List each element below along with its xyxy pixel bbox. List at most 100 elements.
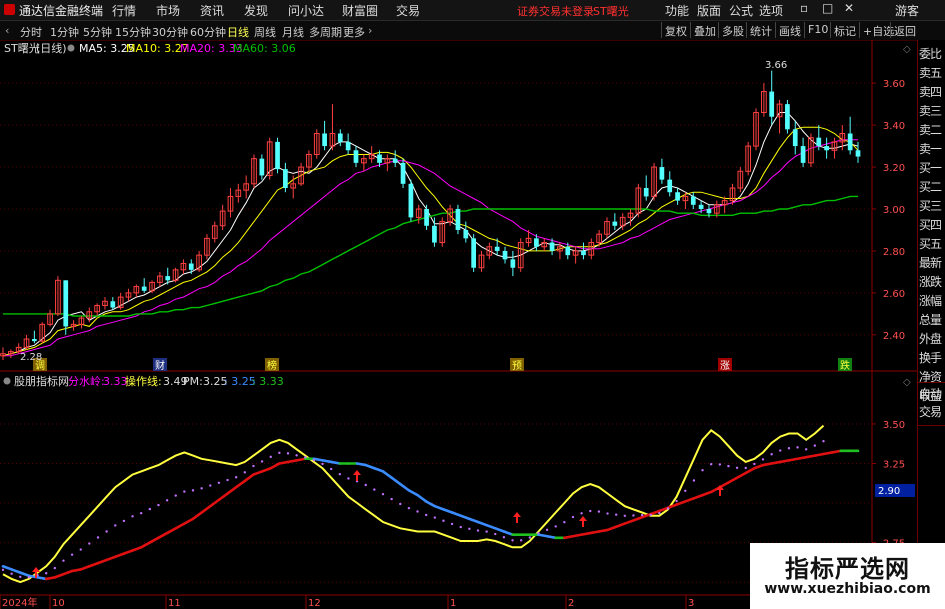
indicator-settings-icon[interactable] <box>3 377 11 385</box>
side-item[interactable]: 委比 <box>919 45 945 64</box>
fenshuiling-segment <box>295 457 307 462</box>
fenshuiling-segment <box>53 572 65 579</box>
back-arrow-icon[interactable]: ‹ <box>5 24 9 37</box>
chevron-right-icon[interactable]: › <box>368 24 372 37</box>
menu-wealth[interactable]: 财富圈 <box>342 2 378 19</box>
pm-dot <box>19 575 22 579</box>
fenshuiling-segment <box>269 462 281 470</box>
pm-dot <box>476 529 480 532</box>
candle-body-down <box>659 167 665 180</box>
period-tab[interactable]: 月线 <box>282 24 304 40</box>
period-tab[interactable]: 1分钟 <box>50 24 79 40</box>
candle-body-down <box>377 154 382 163</box>
fenshuiling-segment <box>468 517 480 524</box>
menu-function[interactable]: 功能 <box>665 2 689 19</box>
diamond-icon[interactable]: ◇ <box>903 44 911 55</box>
period-tab[interactable]: 5分钟 <box>83 24 112 40</box>
candle-body-down <box>283 169 288 189</box>
side-item[interactable]: 买二 <box>919 178 945 197</box>
side-item[interactable]: 卖一 <box>919 140 945 159</box>
menu-market[interactable]: 市场 <box>156 2 180 19</box>
candle-body-down <box>471 238 476 268</box>
pm-dot <box>580 512 583 515</box>
period-tab-more[interactable]: 更多 <box>343 24 365 40</box>
fenshuiling-segment <box>416 493 428 503</box>
f10-button[interactable]: F10 <box>804 22 831 38</box>
adjust-button[interactable]: 复权 <box>661 22 690 38</box>
main-y-tick-label: 3.20 <box>883 163 905 174</box>
fenshuiling-segment <box>485 523 497 530</box>
period-tab[interactable]: 60分钟 <box>190 24 226 40</box>
side-item[interactable]: 总量 <box>919 311 945 330</box>
pm-dot <box>753 462 756 466</box>
side-item[interactable]: 最新 <box>919 254 945 273</box>
fenshuiling-segment <box>62 569 74 576</box>
menu-discover[interactable]: 发现 <box>244 2 268 19</box>
side-item[interactable]: 买一 <box>919 159 945 178</box>
pm-dot <box>623 514 627 517</box>
multi-stock-button[interactable]: 多股 <box>718 22 747 38</box>
chart-area[interactable]: 3.603.403.203.002.802.602.40 调财榜预涨跌 3.50… <box>0 40 917 609</box>
fenshuiling-segment <box>701 490 713 497</box>
period-tab[interactable]: 多周期 <box>309 24 342 40</box>
period-tab[interactable]: 周线 <box>254 24 276 40</box>
pm-dot <box>735 466 739 469</box>
side-item[interactable]: 外盘 <box>919 330 945 349</box>
mark-button[interactable]: 标记 <box>830 22 859 38</box>
menu-news[interactable]: 资讯 <box>200 2 224 19</box>
maximize-icon[interactable]: □ <box>822 1 833 15</box>
pm-dot <box>174 494 177 497</box>
pm-dot <box>709 463 713 466</box>
auto-trade-text-2: 交易 <box>919 405 942 419</box>
period-tab-active[interactable]: 日线 <box>227 24 249 40</box>
pm-dot <box>364 483 367 487</box>
period-tab[interactable]: 15分钟 <box>115 24 151 40</box>
fenshuiling-segment <box>666 503 678 510</box>
pm-dot <box>157 503 160 507</box>
minimize-icon[interactable]: ▫ <box>800 1 808 15</box>
side-item[interactable]: 涨跌 <box>919 273 945 292</box>
pm-dot <box>779 449 782 452</box>
draw-line-button[interactable]: 画线 <box>775 22 804 38</box>
menu-quotes[interactable]: 行情 <box>112 2 136 19</box>
fenshuiling-segment <box>778 459 791 464</box>
fenshuiling-segment <box>278 460 290 465</box>
login-notice[interactable]: 证券交易未登录 <box>517 3 594 19</box>
indicator-diamond-icon[interactable]: ◇ <box>903 377 911 388</box>
statistics-button[interactable]: 统计 <box>746 22 775 38</box>
side-item[interactable]: 涨幅 <box>919 292 945 311</box>
side-item[interactable]: 卖二 <box>919 121 945 140</box>
candle-body-down <box>165 276 171 281</box>
pm-dot <box>649 513 652 517</box>
caozuoxian-label: 操作线: <box>125 374 162 388</box>
sub-y-tick-label: 3.25 <box>883 460 905 471</box>
menu-ask[interactable]: 问小达 <box>288 2 324 19</box>
side-item[interactable]: 买三 <box>919 197 945 216</box>
fenshuiling-segment <box>36 576 48 581</box>
period-tab[interactable]: 30分钟 <box>152 24 188 40</box>
auto-trade-button[interactable]: 自动 交易 <box>918 382 945 426</box>
candle-body-down <box>675 192 680 201</box>
menu-layout[interactable]: 版面 <box>697 2 721 19</box>
side-item[interactable]: 买五 <box>919 235 945 254</box>
settings-icon[interactable] <box>67 44 75 52</box>
menu-formula[interactable]: 公式 <box>729 2 753 19</box>
return-button[interactable]: 返回 <box>890 22 919 38</box>
fenshuiling-segment <box>88 561 100 568</box>
overlay-button[interactable]: 叠加 <box>690 22 719 38</box>
menu-trade[interactable]: 交易 <box>396 2 420 19</box>
side-item[interactable]: 卖四 <box>919 83 945 102</box>
indicator-name[interactable]: 股朋指标网 <box>14 374 69 388</box>
user-guest[interactable]: 游客 <box>895 2 919 19</box>
side-item[interactable]: 换手 <box>919 349 945 368</box>
fenshuiling-segment <box>632 515 644 522</box>
period-tab[interactable]: 分时 <box>20 24 42 40</box>
menu-options[interactable]: 选项 <box>759 2 783 19</box>
side-item[interactable]: 买四 <box>919 216 945 235</box>
side-item[interactable]: 卖三 <box>919 102 945 121</box>
pm-dot <box>459 525 462 529</box>
main-y-tick-label: 2.40 <box>883 331 905 342</box>
side-item[interactable]: 卖五 <box>919 64 945 83</box>
fenshuiling-segment <box>234 479 247 489</box>
close-icon[interactable]: ✕ <box>844 1 854 15</box>
